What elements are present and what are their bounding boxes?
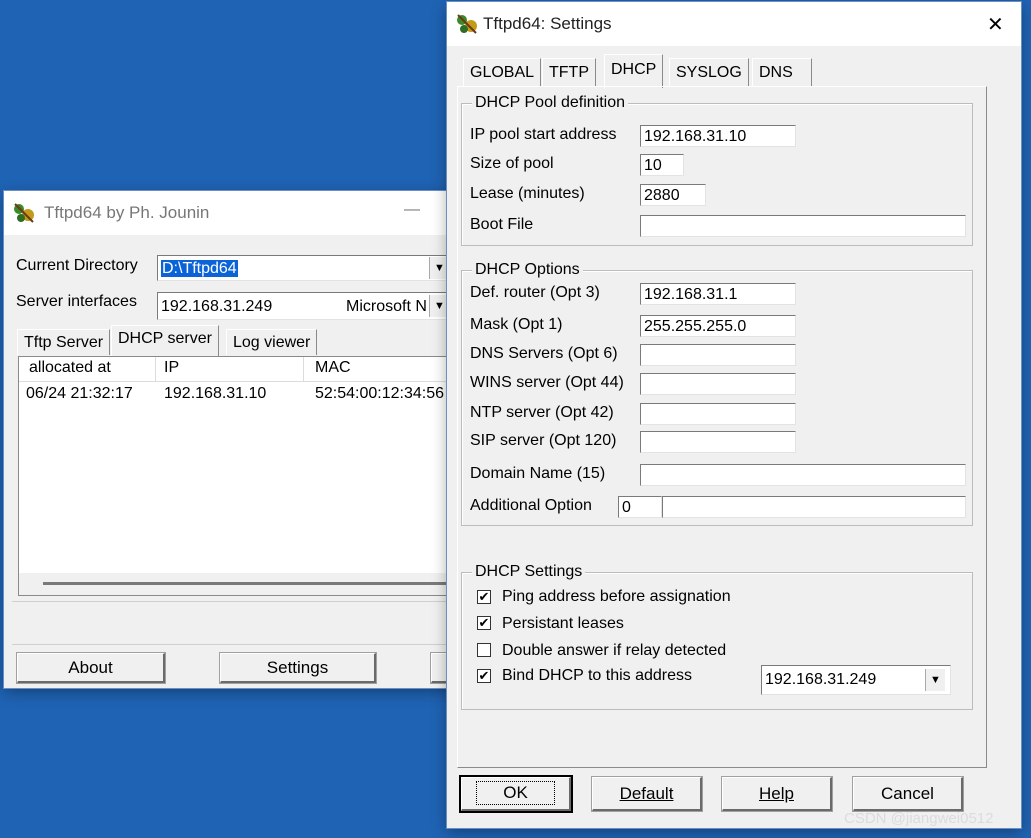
- server-interfaces-combo[interactable]: 192.168.31.249 Microsoft N: [157, 292, 457, 320]
- boot-file-input[interactable]: [640, 215, 966, 237]
- main-titlebar: Tftpd64 by Ph. Jounin —: [4, 191, 464, 235]
- server-interfaces-label: Server interfaces: [16, 293, 137, 310]
- column-header-mac[interactable]: MAC: [315, 359, 351, 377]
- sip-server-label: SIP server (Opt 120): [470, 432, 617, 449]
- dns-servers-input[interactable]: [640, 344, 796, 366]
- csdn-watermark: CSDN @jiangwei0512: [844, 810, 994, 827]
- settings-button[interactable]: Settings: [219, 652, 377, 684]
- settings-group-title: DHCP Settings: [472, 563, 586, 581]
- ntp-server-input[interactable]: [640, 403, 796, 425]
- table-header: allocated at IP MAC: [19, 357, 463, 382]
- minimize-button[interactable]: —: [404, 201, 420, 219]
- lease-input[interactable]: 2880: [640, 184, 706, 206]
- column-divider: [155, 357, 156, 381]
- main-window-title: Tftpd64 by Ph. Jounin: [44, 203, 210, 222]
- double-answer-label: Double answer if relay detected: [502, 642, 727, 659]
- ping-label: Ping address before assignation: [502, 588, 731, 605]
- scrollbar-thumb[interactable]: [43, 582, 463, 585]
- cell-ip: 192.168.31.10: [164, 385, 267, 402]
- router-input[interactable]: 192.168.31.1: [640, 283, 796, 305]
- tab-tftp[interactable]: TFTP: [542, 58, 596, 86]
- cell-mac: 52:54:00:12:34:56: [315, 385, 445, 402]
- status-bar: [12, 601, 464, 645]
- settings-window: Tftpd64: Settings ✕ GLOBAL TFTP DHCP SYS…: [447, 2, 1021, 828]
- tftpd-app-icon: [14, 203, 34, 223]
- bind-address-select[interactable]: 192.168.31.249: [761, 665, 951, 695]
- tftpd-app-icon: [457, 14, 477, 34]
- tab-syslog[interactable]: SYSLOG: [669, 58, 749, 86]
- wins-server-input[interactable]: [640, 373, 796, 395]
- pool-group-title: DHCP Pool definition: [472, 94, 629, 112]
- horizontal-scrollbar[interactable]: [19, 573, 463, 595]
- tab-global[interactable]: GLOBAL: [463, 58, 542, 86]
- lease-label: Lease (minutes): [470, 185, 585, 202]
- tab-dns[interactable]: DNS: [752, 58, 812, 86]
- bind-dhcp-checkbox[interactable]: ✔: [477, 669, 491, 683]
- table-row[interactable]: 06/24 21:32:17 192.168.31.10 52:54:00:12…: [19, 385, 463, 407]
- settings-titlebar: Tftpd64: Settings ✕: [447, 2, 1021, 46]
- sip-server-input[interactable]: [640, 431, 796, 453]
- double-answer-checkbox[interactable]: [477, 643, 491, 657]
- column-header-allocated-at[interactable]: allocated at: [29, 359, 111, 377]
- cancel-button[interactable]: Cancel: [852, 776, 964, 812]
- server-interface-ip: 192.168.31.249: [161, 298, 273, 315]
- router-label: Def. router (Opt 3): [470, 284, 600, 301]
- current-directory-value: D:\Tftpd64: [161, 260, 238, 277]
- boot-file-label: Boot File: [470, 216, 534, 233]
- additional-option-value-input[interactable]: [662, 496, 966, 518]
- additional-option-number-input[interactable]: 0: [618, 496, 662, 518]
- pool-size-input[interactable]: 10: [640, 154, 684, 176]
- current-directory-combo[interactable]: D:\Tftpd64: [157, 255, 457, 281]
- dns-servers-label: DNS Servers (Opt 6): [470, 345, 618, 362]
- persistant-leases-label: Persistant leases: [502, 615, 624, 632]
- about-button[interactable]: About: [16, 652, 166, 684]
- column-divider: [303, 357, 304, 381]
- pool-start-input[interactable]: 192.168.31.10: [640, 125, 796, 147]
- ntp-server-label: NTP server (Opt 42): [470, 404, 614, 421]
- cell-allocated-at: 06/24 21:32:17: [26, 385, 133, 402]
- ok-focus-rect: OK: [476, 781, 555, 805]
- bind-dhcp-label: Bind DHCP to this address: [502, 667, 693, 684]
- column-header-ip[interactable]: IP: [164, 359, 179, 377]
- ok-label: OK: [503, 783, 528, 802]
- persistant-leases-checkbox[interactable]: ✔: [477, 616, 491, 630]
- bind-address-dropdown-icon[interactable]: ▼: [925, 669, 945, 691]
- dhcp-leases-table[interactable]: allocated at IP MAC 06/24 21:32:17 192.1…: [18, 356, 464, 596]
- main-window: Tftpd64 by Ph. Jounin — Current Director…: [4, 191, 472, 688]
- tab-tftp-server[interactable]: Tftp Server: [17, 329, 111, 355]
- additional-option-label: Additional Option: [470, 497, 592, 514]
- ping-checkbox[interactable]: ✔: [477, 590, 491, 604]
- default-button[interactable]: Default: [591, 776, 703, 812]
- pool-start-label: IP pool start address: [470, 126, 617, 143]
- wins-server-label: WINS server (Opt 44): [470, 374, 624, 391]
- tab-dhcp[interactable]: DHCP: [604, 54, 664, 88]
- domain-name-label: Domain Name (15): [470, 465, 606, 482]
- tab-dhcp-server[interactable]: DHCP server: [111, 325, 219, 356]
- mask-label: Mask (Opt 1): [470, 316, 563, 333]
- current-directory-label: Current Directory: [16, 257, 138, 274]
- mask-input[interactable]: 255.255.255.0: [640, 315, 796, 337]
- dhcp-options-group: DHCP Options: [461, 261, 973, 526]
- server-interfaces-dropdown-icon[interactable]: ▼: [429, 295, 449, 317]
- tab-log-viewer[interactable]: Log viewer: [226, 329, 318, 355]
- current-directory-dropdown-icon[interactable]: ▼: [429, 257, 449, 279]
- pool-size-label: Size of pool: [470, 155, 554, 172]
- server-interface-name: Microsoft N: [346, 298, 427, 315]
- close-icon[interactable]: ✕: [987, 12, 1004, 37]
- domain-name-input[interactable]: [640, 464, 966, 486]
- help-button[interactable]: Help: [721, 776, 833, 812]
- settings-window-title: Tftpd64: Settings: [483, 14, 612, 33]
- ok-button[interactable]: OK: [459, 775, 573, 813]
- options-group-title: DHCP Options: [472, 261, 583, 279]
